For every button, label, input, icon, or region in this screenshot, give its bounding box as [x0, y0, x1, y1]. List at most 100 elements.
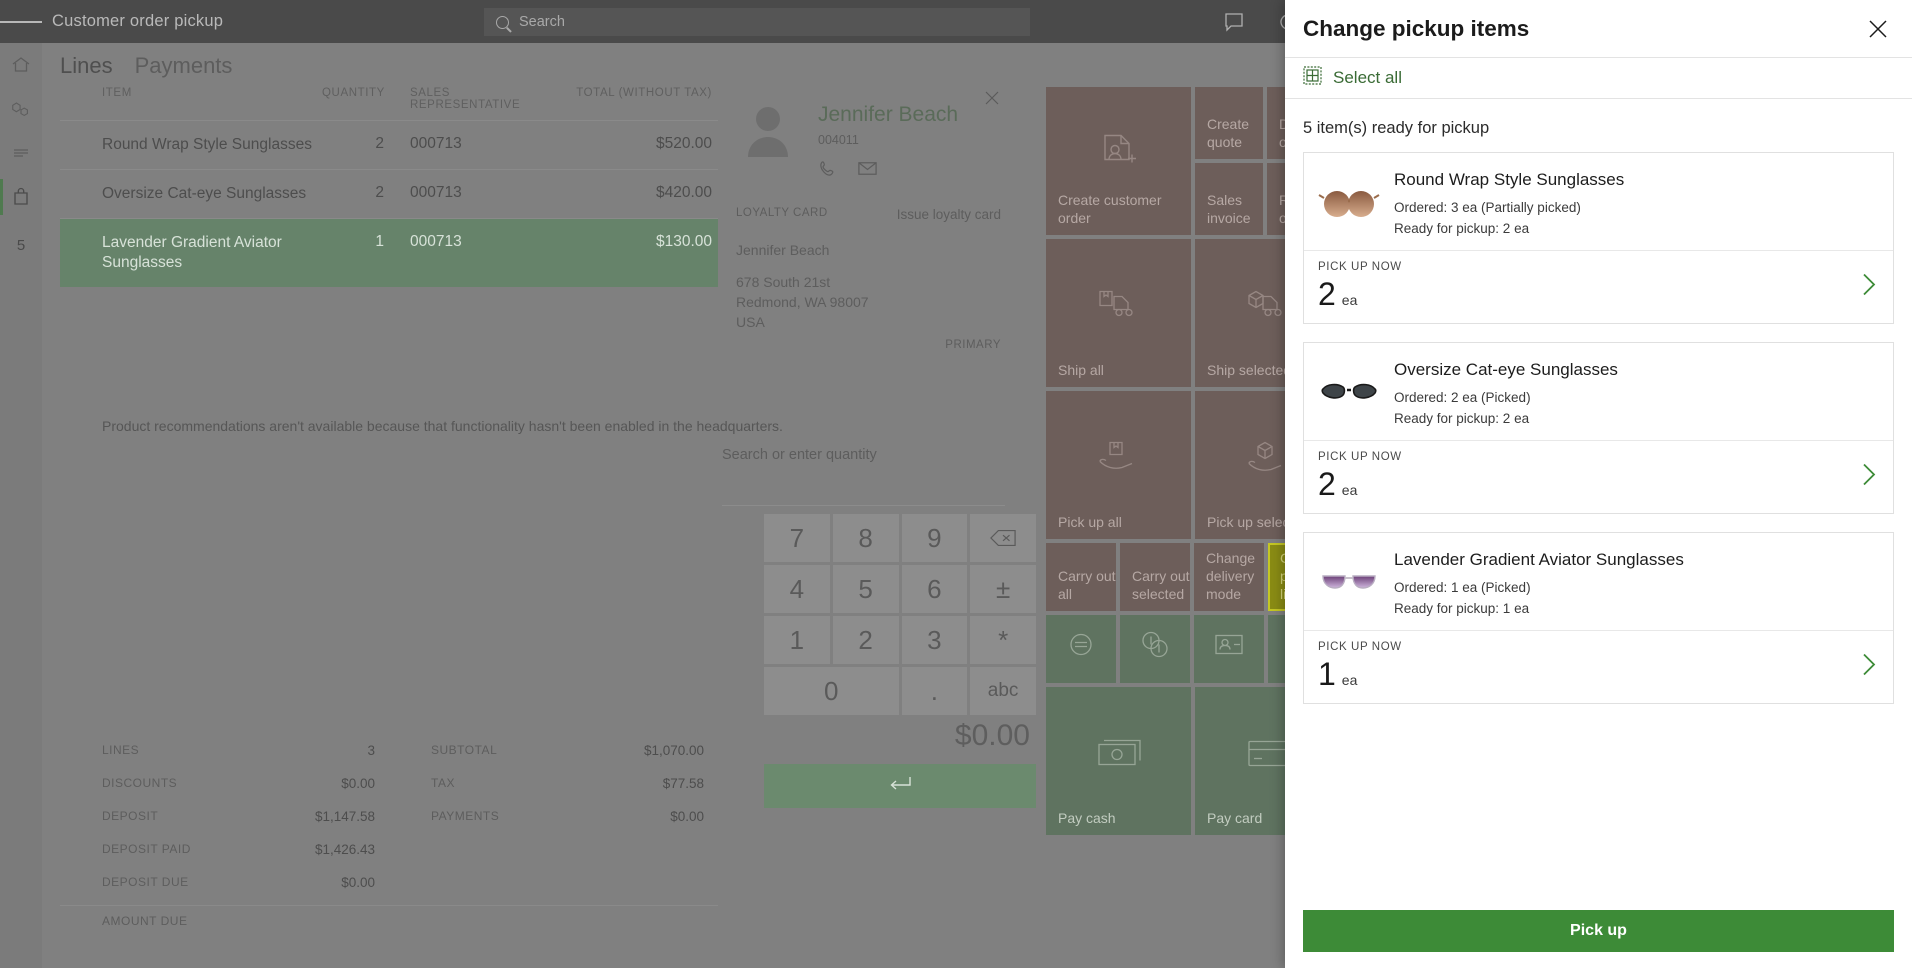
key-4[interactable]: 4 [764, 565, 830, 613]
tile-label: Create customer order [1058, 191, 1191, 227]
tile-label: Create quote [1207, 115, 1263, 151]
total-row: DISCOUNTS$0.00 [60, 767, 389, 800]
item-summary: Lavender Gradient Aviator Sunglasses Ord… [1304, 533, 1893, 630]
customer-id: 004011 [818, 133, 859, 147]
chevron-right-icon[interactable] [1859, 271, 1879, 304]
cell-quantity: 2 [322, 135, 384, 153]
customer-name[interactable]: Jennifer Beach [818, 103, 958, 127]
pick-up-quantity: 1 [1318, 657, 1336, 691]
global-search-input[interactable]: Search [484, 8, 1030, 36]
totals-left-column: LINES3 DISCOUNTS$0.00 DEPOSIT$1,147.58 D… [60, 734, 389, 899]
total-value: $77.58 [663, 776, 704, 791]
issue-loyalty-card-link[interactable]: Issue loyalty card [897, 207, 1001, 222]
tab-payments[interactable]: Payments [135, 53, 233, 79]
table-row-selected[interactable]: Lavender Gradient Aviator Sunglasses 1 0… [60, 219, 718, 287]
tile-carry-out-all[interactable]: Carry out all [1046, 543, 1116, 611]
key-abc[interactable]: abc [970, 667, 1036, 715]
pick-up-now-row[interactable]: PICK UP NOW 1 ea [1304, 630, 1893, 703]
pick-up-now-row[interactable]: PICK UP NOW 2 ea [1304, 250, 1893, 323]
key-3[interactable]: 3 [902, 616, 968, 664]
loyalty-card-label: LOYALTY CARD [736, 207, 828, 222]
numeric-keypad: 7 8 9 4 5 6 ± 1 2 3 * 0 [764, 514, 1036, 715]
search-placeholder: Search [519, 14, 565, 30]
chat-icon[interactable] [1224, 12, 1244, 32]
pick-up-now-row[interactable]: PICK UP NOW 2 ea [1304, 440, 1893, 513]
search-icon [496, 16, 509, 29]
select-all-button[interactable]: Select all [1285, 57, 1912, 99]
key-8[interactable]: 8 [833, 514, 899, 562]
tile-money[interactable] [1120, 615, 1190, 683]
phone-icon[interactable] [818, 159, 837, 183]
tile-label: Pick up all [1058, 513, 1122, 531]
key-6[interactable]: 6 [902, 565, 968, 613]
total-row: PAYMENTS$0.00 [389, 800, 718, 833]
rail-item-products[interactable] [0, 87, 42, 131]
tab-lines[interactable]: Lines [60, 53, 113, 79]
cell-quantity: 1 [322, 233, 384, 251]
customer-address: 678 South 21st Redmond, WA 98007 USA [736, 272, 869, 332]
select-all-label: Select all [1333, 68, 1402, 88]
tile-label: Carry out all [1058, 567, 1116, 603]
key-1[interactable]: 1 [764, 616, 830, 664]
pick-up-now-label: PICK UP NOW [1318, 451, 1879, 463]
tile-create-customer-order[interactable]: Create customer order [1046, 87, 1191, 235]
close-customer-icon[interactable] [983, 89, 1001, 107]
backspace-icon[interactable] [970, 514, 1036, 562]
chevron-right-icon[interactable] [1859, 461, 1879, 494]
total-row: LINES3 [60, 734, 389, 767]
tile-pay-cash[interactable]: Pay cash [1046, 687, 1191, 835]
close-icon[interactable] [1866, 17, 1890, 41]
amount-due-label: AMOUNT DUE [102, 914, 187, 928]
quantity-input-placeholder[interactable]: Search or enter quantity [722, 447, 877, 463]
key-plus-minus[interactable]: ± [970, 565, 1036, 613]
tile-discount[interactable] [1046, 615, 1116, 683]
key-asterisk[interactable]: * [970, 616, 1036, 664]
hamburger-menu-icon[interactable] [0, 0, 42, 43]
table-row[interactable]: Round Wrap Style Sunglasses 2 000713 $52… [60, 121, 718, 170]
ready-count-text: 5 item(s) ready for pickup [1285, 99, 1912, 152]
lavender-aviator-sunglasses-icon [1318, 547, 1380, 618]
cell-item: Lavender Gradient Aviator Sunglasses [60, 233, 322, 273]
item-name: Lavender Gradient Aviator Sunglasses [1394, 549, 1684, 571]
tab-strip: Lines Payments [60, 53, 232, 79]
tile-carry-out-selected[interactable]: Carry out selected [1120, 543, 1190, 611]
pickup-selected-icon [1245, 440, 1291, 479]
key-0[interactable]: 0 [764, 667, 899, 715]
list-item[interactable]: Oversize Cat-eye Sunglasses Ordered: 2 e… [1303, 342, 1894, 514]
item-summary: Round Wrap Style Sunglasses Ordered: 3 e… [1304, 153, 1893, 250]
tile-create-quote[interactable]: Create quote [1195, 87, 1263, 159]
item-ordered: Ordered: 1 ea (Picked) [1394, 578, 1684, 597]
key-decimal[interactable]: . [902, 667, 968, 715]
cell-item: Round Wrap Style Sunglasses [60, 135, 322, 155]
table-row[interactable]: Oversize Cat-eye Sunglasses 2 000713 $42… [60, 170, 718, 219]
rail-item-cart[interactable] [0, 175, 42, 219]
black-cateye-sunglasses-icon [1318, 357, 1380, 428]
chevron-right-icon[interactable] [1859, 651, 1879, 684]
item-name: Round Wrap Style Sunglasses [1394, 169, 1624, 191]
key-7[interactable]: 7 [764, 514, 830, 562]
email-icon[interactable] [857, 159, 878, 183]
rail-item-home[interactable] [0, 43, 42, 87]
pick-up-button[interactable]: Pick up [1303, 910, 1894, 952]
key-2[interactable]: 2 [833, 616, 899, 664]
rail-item-lines[interactable] [0, 131, 42, 175]
column-header-total: TOTAL (WITHOUT TAX) [544, 87, 718, 111]
column-header-sales-representative: SALES REPRESENTATIVE [384, 87, 544, 111]
item-ordered: Ordered: 2 ea (Picked) [1394, 388, 1618, 407]
key-9[interactable]: 9 [902, 514, 968, 562]
pick-up-now-label: PICK UP NOW [1318, 261, 1879, 273]
tile-change-delivery-mode[interactable]: Change delivery mode [1194, 543, 1264, 611]
item-name: Oversize Cat-eye Sunglasses [1394, 359, 1618, 381]
enter-button[interactable] [764, 764, 1036, 808]
column-header-item: ITEM [60, 87, 322, 111]
item-summary: Oversize Cat-eye Sunglasses Ordered: 2 e… [1304, 343, 1893, 440]
tile-card-remove[interactable] [1194, 615, 1264, 683]
tile-ship-all[interactable]: Ship all [1046, 239, 1191, 387]
list-item[interactable]: Round Wrap Style Sunglasses Ordered: 3 e… [1303, 152, 1894, 324]
tile-pick-up-all[interactable]: Pick up all [1046, 391, 1191, 539]
change-pickup-items-panel: Change pickup items Select all 5 item(s)… [1285, 0, 1912, 968]
tile-sales-invoice[interactable]: Sales invoice [1195, 163, 1263, 235]
key-5[interactable]: 5 [833, 565, 899, 613]
select-all-grid-icon [1303, 66, 1322, 90]
list-item[interactable]: Lavender Gradient Aviator Sunglasses Ord… [1303, 532, 1894, 704]
